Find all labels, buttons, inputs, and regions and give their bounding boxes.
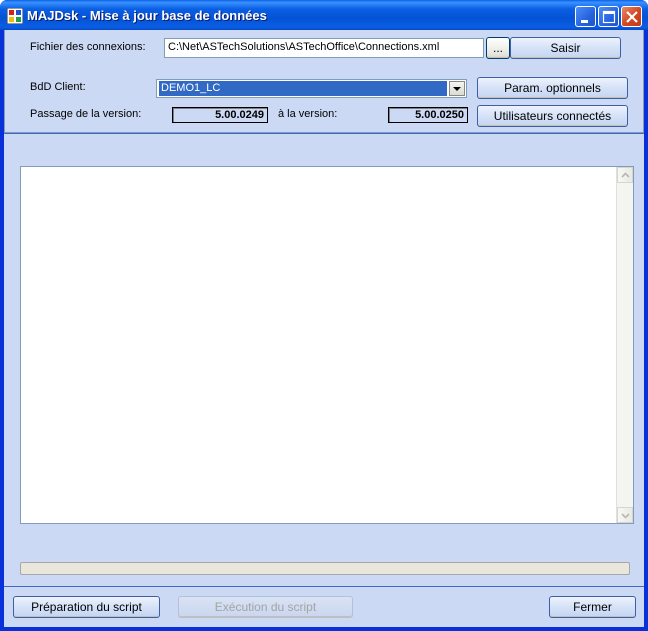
execute-script-button[interactable]: Exécution du script: [178, 596, 353, 618]
prepare-script-button[interactable]: Préparation du script: [13, 596, 160, 618]
browse-button[interactable]: ...: [486, 37, 510, 59]
minimize-icon: [581, 20, 588, 23]
vertical-scrollbar[interactable]: [616, 167, 633, 523]
title-bar[interactable]: MAJDsk - Mise à jour base de données: [0, 0, 648, 30]
arrow-down-icon: [621, 513, 630, 519]
minimize-button[interactable]: [575, 6, 596, 27]
close-window-button[interactable]: Fermer: [549, 596, 636, 618]
window-title: MAJDsk - Mise à jour base de données: [27, 8, 267, 23]
version-to-label: à la version:: [278, 108, 338, 120]
version-to-value: 5.00.0250: [388, 107, 468, 123]
scroll-up-button[interactable]: [617, 167, 633, 183]
version-from-value: 5.00.0249: [172, 107, 268, 123]
header-divider: [4, 133, 644, 134]
chevron-down-icon: [453, 87, 461, 91]
maximize-icon: [602, 10, 616, 24]
client-area: Fichier des connexions: C:\Net\ASTechSol…: [4, 30, 644, 627]
app-window: MAJDsk - Mise à jour base de données Fic…: [0, 0, 648, 631]
maximize-button[interactable]: [598, 6, 619, 27]
arrow-up-icon: [621, 172, 630, 178]
connected-users-button[interactable]: Utilisateurs connectés: [477, 105, 628, 127]
client-db-label: BdD Client:: [30, 81, 86, 93]
script-output-area[interactable]: [20, 166, 634, 524]
scroll-down-button[interactable]: [617, 507, 633, 523]
dropdown-button[interactable]: [449, 81, 465, 96]
connections-file-label: Fichier des connexions:: [30, 41, 146, 53]
client-db-select[interactable]: DEMO1_LC: [156, 79, 467, 98]
close-button[interactable]: [621, 6, 642, 27]
app-icon: [7, 8, 23, 24]
progress-bar: [20, 562, 630, 575]
close-icon: [626, 11, 638, 23]
footer-divider: [4, 586, 644, 587]
optional-params-button[interactable]: Param. optionnels: [477, 77, 628, 99]
version-from-label: Passage de la version:: [30, 108, 142, 120]
saisir-button[interactable]: Saisir: [510, 37, 621, 59]
connections-file-input[interactable]: C:\Net\ASTechSolutions\ASTechOffice\Conn…: [164, 38, 484, 58]
client-db-selected: DEMO1_LC: [159, 81, 447, 96]
